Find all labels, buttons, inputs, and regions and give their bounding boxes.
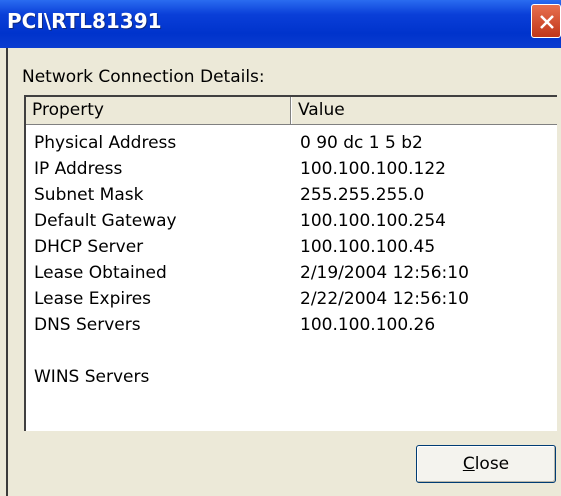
table-row[interactable]: [26, 341, 557, 367]
property-cell: DNS Servers: [34, 315, 141, 335]
table-row[interactable]: WINS Servers: [26, 367, 557, 393]
section-label: Network Connection Details:: [22, 67, 265, 87]
listview-header: Property Value: [26, 97, 557, 125]
close-button-label: Close: [417, 454, 555, 474]
property-cell: IP Address: [34, 159, 123, 179]
table-row[interactable]: DHCP Server 100.100.100.45: [26, 237, 557, 263]
table-row[interactable]: Physical Address 0 90 dc 1 5 b2: [26, 133, 557, 159]
value-cell: 255.255.255.0: [300, 185, 425, 205]
table-row[interactable]: Lease Expires 2/22/2004 12:56:10: [26, 289, 557, 315]
table-row[interactable]: DNS Servers 100.100.100.26: [26, 315, 557, 341]
close-button-mnemonic: C: [462, 454, 475, 474]
value-cell: 2/19/2004 12:56:10: [300, 263, 469, 283]
property-cell: Physical Address: [34, 133, 177, 153]
value-cell: 0 90 dc 1 5 b2: [300, 133, 423, 153]
value-cell: 100.100.100.254: [300, 211, 447, 231]
table-row[interactable]: Default Gateway 100.100.100.254: [26, 211, 557, 237]
window-close-button[interactable]: [531, 4, 561, 38]
value-cell: 2/22/2004 12:56:10: [300, 289, 469, 309]
close-button[interactable]: Close: [416, 445, 556, 483]
column-header-value[interactable]: Value: [291, 97, 557, 124]
property-cell: Lease Obtained: [34, 263, 167, 283]
property-cell: Default Gateway: [34, 211, 177, 231]
property-cell: WINS Servers: [34, 367, 150, 387]
title-bar: PCI\RTL81391: [0, 0, 561, 48]
value-cell: 100.100.100.122: [300, 159, 447, 179]
table-row[interactable]: Subnet Mask 255.255.255.0: [26, 185, 557, 211]
property-cell: Lease Expires: [34, 289, 152, 309]
value-cell: 100.100.100.26: [300, 315, 436, 335]
column-header-property[interactable]: Property: [26, 97, 291, 124]
table-row[interactable]: IP Address 100.100.100.122: [26, 159, 557, 185]
value-cell: 100.100.100.45: [300, 237, 436, 257]
close-icon: [540, 15, 554, 29]
close-button-label-rest: lose: [474, 454, 510, 474]
window-title: PCI\RTL81391: [7, 9, 162, 33]
property-cell: Subnet Mask: [34, 185, 144, 205]
property-cell: DHCP Server: [34, 237, 144, 257]
window-left-border: [6, 48, 8, 496]
details-listview[interactable]: Property Value Physical Address 0 90 dc …: [24, 95, 557, 431]
table-row[interactable]: Lease Obtained 2/19/2004 12:56:10: [26, 263, 557, 289]
